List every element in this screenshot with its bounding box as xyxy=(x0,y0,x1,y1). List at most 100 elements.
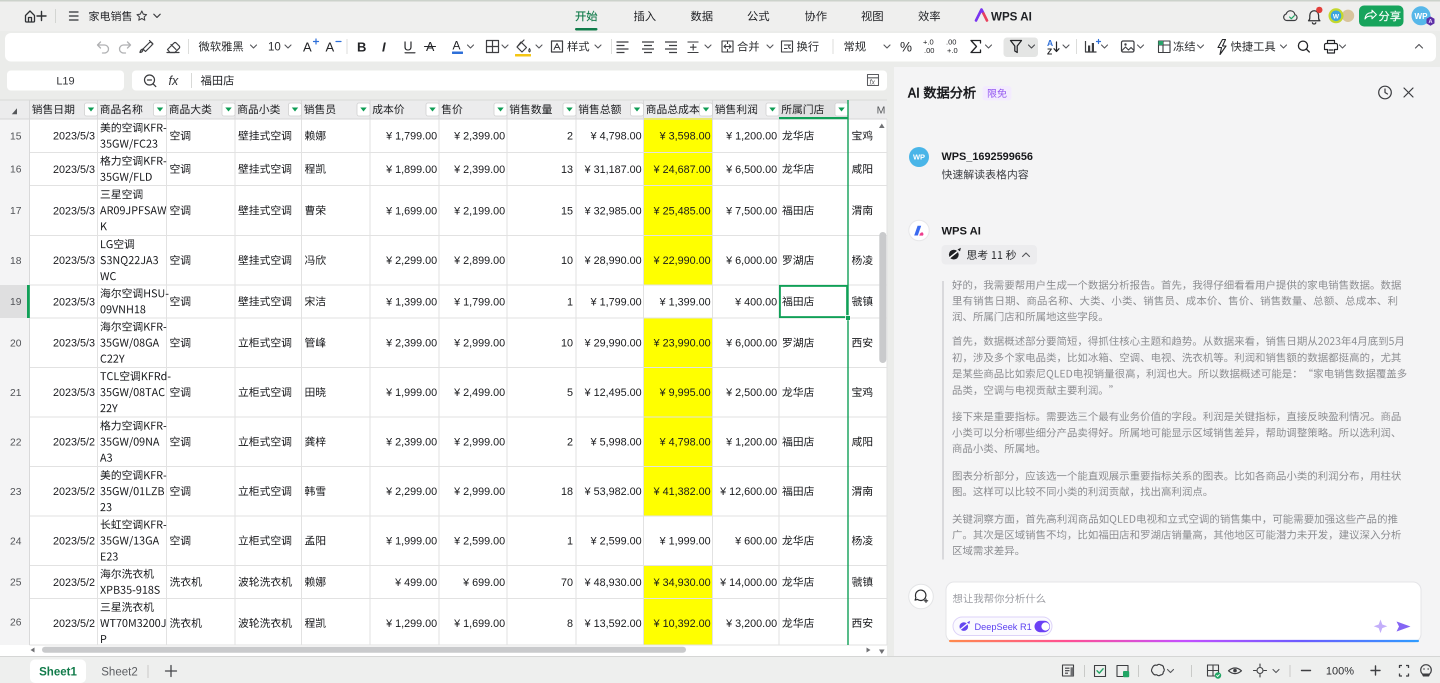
svg-text:25: 25 xyxy=(10,578,22,589)
svg-text:¥ 600.00: ¥ 600.00 xyxy=(734,536,777,548)
svg-text:2023/5/2: 2023/5/2 xyxy=(53,536,95,548)
svg-text:I: I xyxy=(382,40,386,55)
svg-text:L19: L19 xyxy=(56,76,74,88)
svg-text:¥ 699.00: ¥ 699.00 xyxy=(462,577,505,589)
svg-text:Sheet1: Sheet1 xyxy=(39,667,77,679)
svg-text:U: U xyxy=(404,40,413,54)
svg-text:¥ 6,500.00: ¥ 6,500.00 xyxy=(725,164,777,176)
svg-text:¥ 2,999.00: ¥ 2,999.00 xyxy=(453,338,505,350)
svg-text:¥ 1,399.00: ¥ 1,399.00 xyxy=(659,296,711,308)
svg-text:1: 1 xyxy=(567,296,573,308)
svg-text:¥ 41,382.00: ¥ 41,382.00 xyxy=(653,486,711,498)
svg-text:19: 19 xyxy=(10,297,22,308)
svg-text:¥ 12,600.00: ¥ 12,600.00 xyxy=(719,486,777,498)
svg-text:16: 16 xyxy=(10,165,22,176)
svg-text:¥ 1,899.00: ¥ 1,899.00 xyxy=(385,164,437,176)
svg-text:100%: 100% xyxy=(1326,666,1354,678)
svg-text:¥ 10,392.00: ¥ 10,392.00 xyxy=(653,618,711,630)
svg-text:¥ 31,187.00: ¥ 31,187.00 xyxy=(584,164,642,176)
svg-text:¥ 1,200.00: ¥ 1,200.00 xyxy=(725,131,777,143)
svg-text:¥ 29,990.00: ¥ 29,990.00 xyxy=(584,338,642,350)
svg-text:2023/5/2: 2023/5/2 xyxy=(53,577,95,589)
svg-text:¥ 1,299.00: ¥ 1,299.00 xyxy=(385,618,437,630)
svg-text:2023/5/2: 2023/5/2 xyxy=(53,437,95,449)
svg-text:¥ 13,592.00: ¥ 13,592.00 xyxy=(584,618,642,630)
svg-text:¥ 32,985.00: ¥ 32,985.00 xyxy=(584,205,642,217)
svg-text:¥ 1,399.00: ¥ 1,399.00 xyxy=(385,296,437,308)
svg-text:10: 10 xyxy=(561,255,573,267)
svg-text:¥ 2,899.00: ¥ 2,899.00 xyxy=(453,255,505,267)
svg-text:WP: WP xyxy=(1415,12,1429,21)
svg-text:5: 5 xyxy=(567,387,573,399)
svg-text:WP: WP xyxy=(913,153,925,162)
svg-text:¥ 1,999.00: ¥ 1,999.00 xyxy=(385,387,437,399)
svg-text:¥ 22,990.00: ¥ 22,990.00 xyxy=(653,255,711,267)
svg-text:A: A xyxy=(1429,19,1433,25)
svg-text:WPS AI: WPS AI xyxy=(942,226,981,238)
svg-text:8: 8 xyxy=(567,618,573,630)
svg-text:70: 70 xyxy=(561,577,573,589)
svg-text:2023/5/2: 2023/5/2 xyxy=(53,486,95,498)
svg-text:fx: fx xyxy=(169,74,179,88)
svg-text:¥ 2,399.00: ¥ 2,399.00 xyxy=(385,338,437,350)
svg-text:M: M xyxy=(877,105,886,117)
svg-text:¥ 2,500.00: ¥ 2,500.00 xyxy=(725,387,777,399)
svg-text:2023/5/3: 2023/5/3 xyxy=(53,205,95,217)
svg-text:18: 18 xyxy=(10,256,22,267)
svg-text:¥ 28,990.00: ¥ 28,990.00 xyxy=(584,255,642,267)
svg-text:¥ 14,000.00: ¥ 14,000.00 xyxy=(719,577,777,589)
svg-text:A: A xyxy=(453,39,461,53)
svg-text:10: 10 xyxy=(561,338,573,350)
svg-text:¥ 23,990.00: ¥ 23,990.00 xyxy=(653,338,711,350)
svg-text:2023/5/3: 2023/5/3 xyxy=(53,131,95,143)
svg-text:¥ 2,299.00: ¥ 2,299.00 xyxy=(385,255,437,267)
svg-text:15: 15 xyxy=(10,131,22,142)
svg-text:¥ 3,200.00: ¥ 3,200.00 xyxy=(725,618,777,630)
svg-text:18: 18 xyxy=(561,486,573,498)
svg-text:¥ 2,499.00: ¥ 2,499.00 xyxy=(453,387,505,399)
svg-text:¥ 2,399.00: ¥ 2,399.00 xyxy=(453,131,505,143)
svg-text:Z: Z xyxy=(1047,47,1052,57)
svg-text:¥ 53,982.00: ¥ 53,982.00 xyxy=(584,486,642,498)
svg-text:¥ 24,687.00: ¥ 24,687.00 xyxy=(653,164,711,176)
svg-text:¥ 48,930.00: ¥ 48,930.00 xyxy=(584,577,642,589)
svg-text:2023/5/3: 2023/5/3 xyxy=(53,387,95,399)
svg-text:¥ 4,798.00: ¥ 4,798.00 xyxy=(659,437,711,449)
svg-text:15: 15 xyxy=(561,205,573,217)
svg-text:+.0: +.0 xyxy=(947,46,958,55)
svg-text:¥ 1,799.00: ¥ 1,799.00 xyxy=(385,131,437,143)
svg-text:¥ 1,999.00: ¥ 1,999.00 xyxy=(385,536,437,548)
svg-text:22: 22 xyxy=(10,437,22,448)
svg-text:¥ 1,999.00: ¥ 1,999.00 xyxy=(659,536,711,548)
svg-text:1: 1 xyxy=(567,536,573,548)
svg-text:¥ 1,699.00: ¥ 1,699.00 xyxy=(385,205,437,217)
svg-text:¥ 499.00: ¥ 499.00 xyxy=(394,577,437,589)
svg-text:2023/5/2: 2023/5/2 xyxy=(53,618,95,630)
svg-text:¥ 5,998.00: ¥ 5,998.00 xyxy=(590,437,642,449)
svg-text:Sheet2: Sheet2 xyxy=(101,667,137,679)
svg-text:¥ 400.00: ¥ 400.00 xyxy=(734,296,777,308)
svg-text:24: 24 xyxy=(10,536,22,547)
svg-text:WPS AI: WPS AI xyxy=(991,10,1032,23)
svg-text:WPS_1692599656: WPS_1692599656 xyxy=(942,151,1033,163)
svg-text:2: 2 xyxy=(567,437,573,449)
svg-text:.00: .00 xyxy=(924,46,934,55)
svg-text:DeepSeek R1: DeepSeek R1 xyxy=(975,622,1032,632)
svg-text:¥ 2,399.00: ¥ 2,399.00 xyxy=(453,164,505,176)
svg-text:¥ 2,599.00: ¥ 2,599.00 xyxy=(590,536,642,548)
svg-text:2023/5/3: 2023/5/3 xyxy=(53,338,95,350)
svg-text:23: 23 xyxy=(10,487,22,498)
svg-text:¥ 3,598.00: ¥ 3,598.00 xyxy=(659,131,711,143)
svg-text:¥ 2,999.00: ¥ 2,999.00 xyxy=(453,486,505,498)
svg-text:¥ 1,699.00: ¥ 1,699.00 xyxy=(453,618,505,630)
svg-text:%: % xyxy=(900,40,912,55)
svg-text:2023/5/3: 2023/5/3 xyxy=(53,255,95,267)
svg-text:¥ 1,799.00: ¥ 1,799.00 xyxy=(453,296,505,308)
svg-text:W: W xyxy=(1333,13,1340,20)
svg-text:¥ 25,485.00: ¥ 25,485.00 xyxy=(653,205,711,217)
svg-text:2023/5/3: 2023/5/3 xyxy=(53,296,95,308)
svg-text:¥ 12,495.00: ¥ 12,495.00 xyxy=(584,387,642,399)
svg-text:2023/5/3: 2023/5/3 xyxy=(53,164,95,176)
svg-text:B: B xyxy=(357,40,366,55)
svg-text:¥ 7,500.00: ¥ 7,500.00 xyxy=(725,205,777,217)
